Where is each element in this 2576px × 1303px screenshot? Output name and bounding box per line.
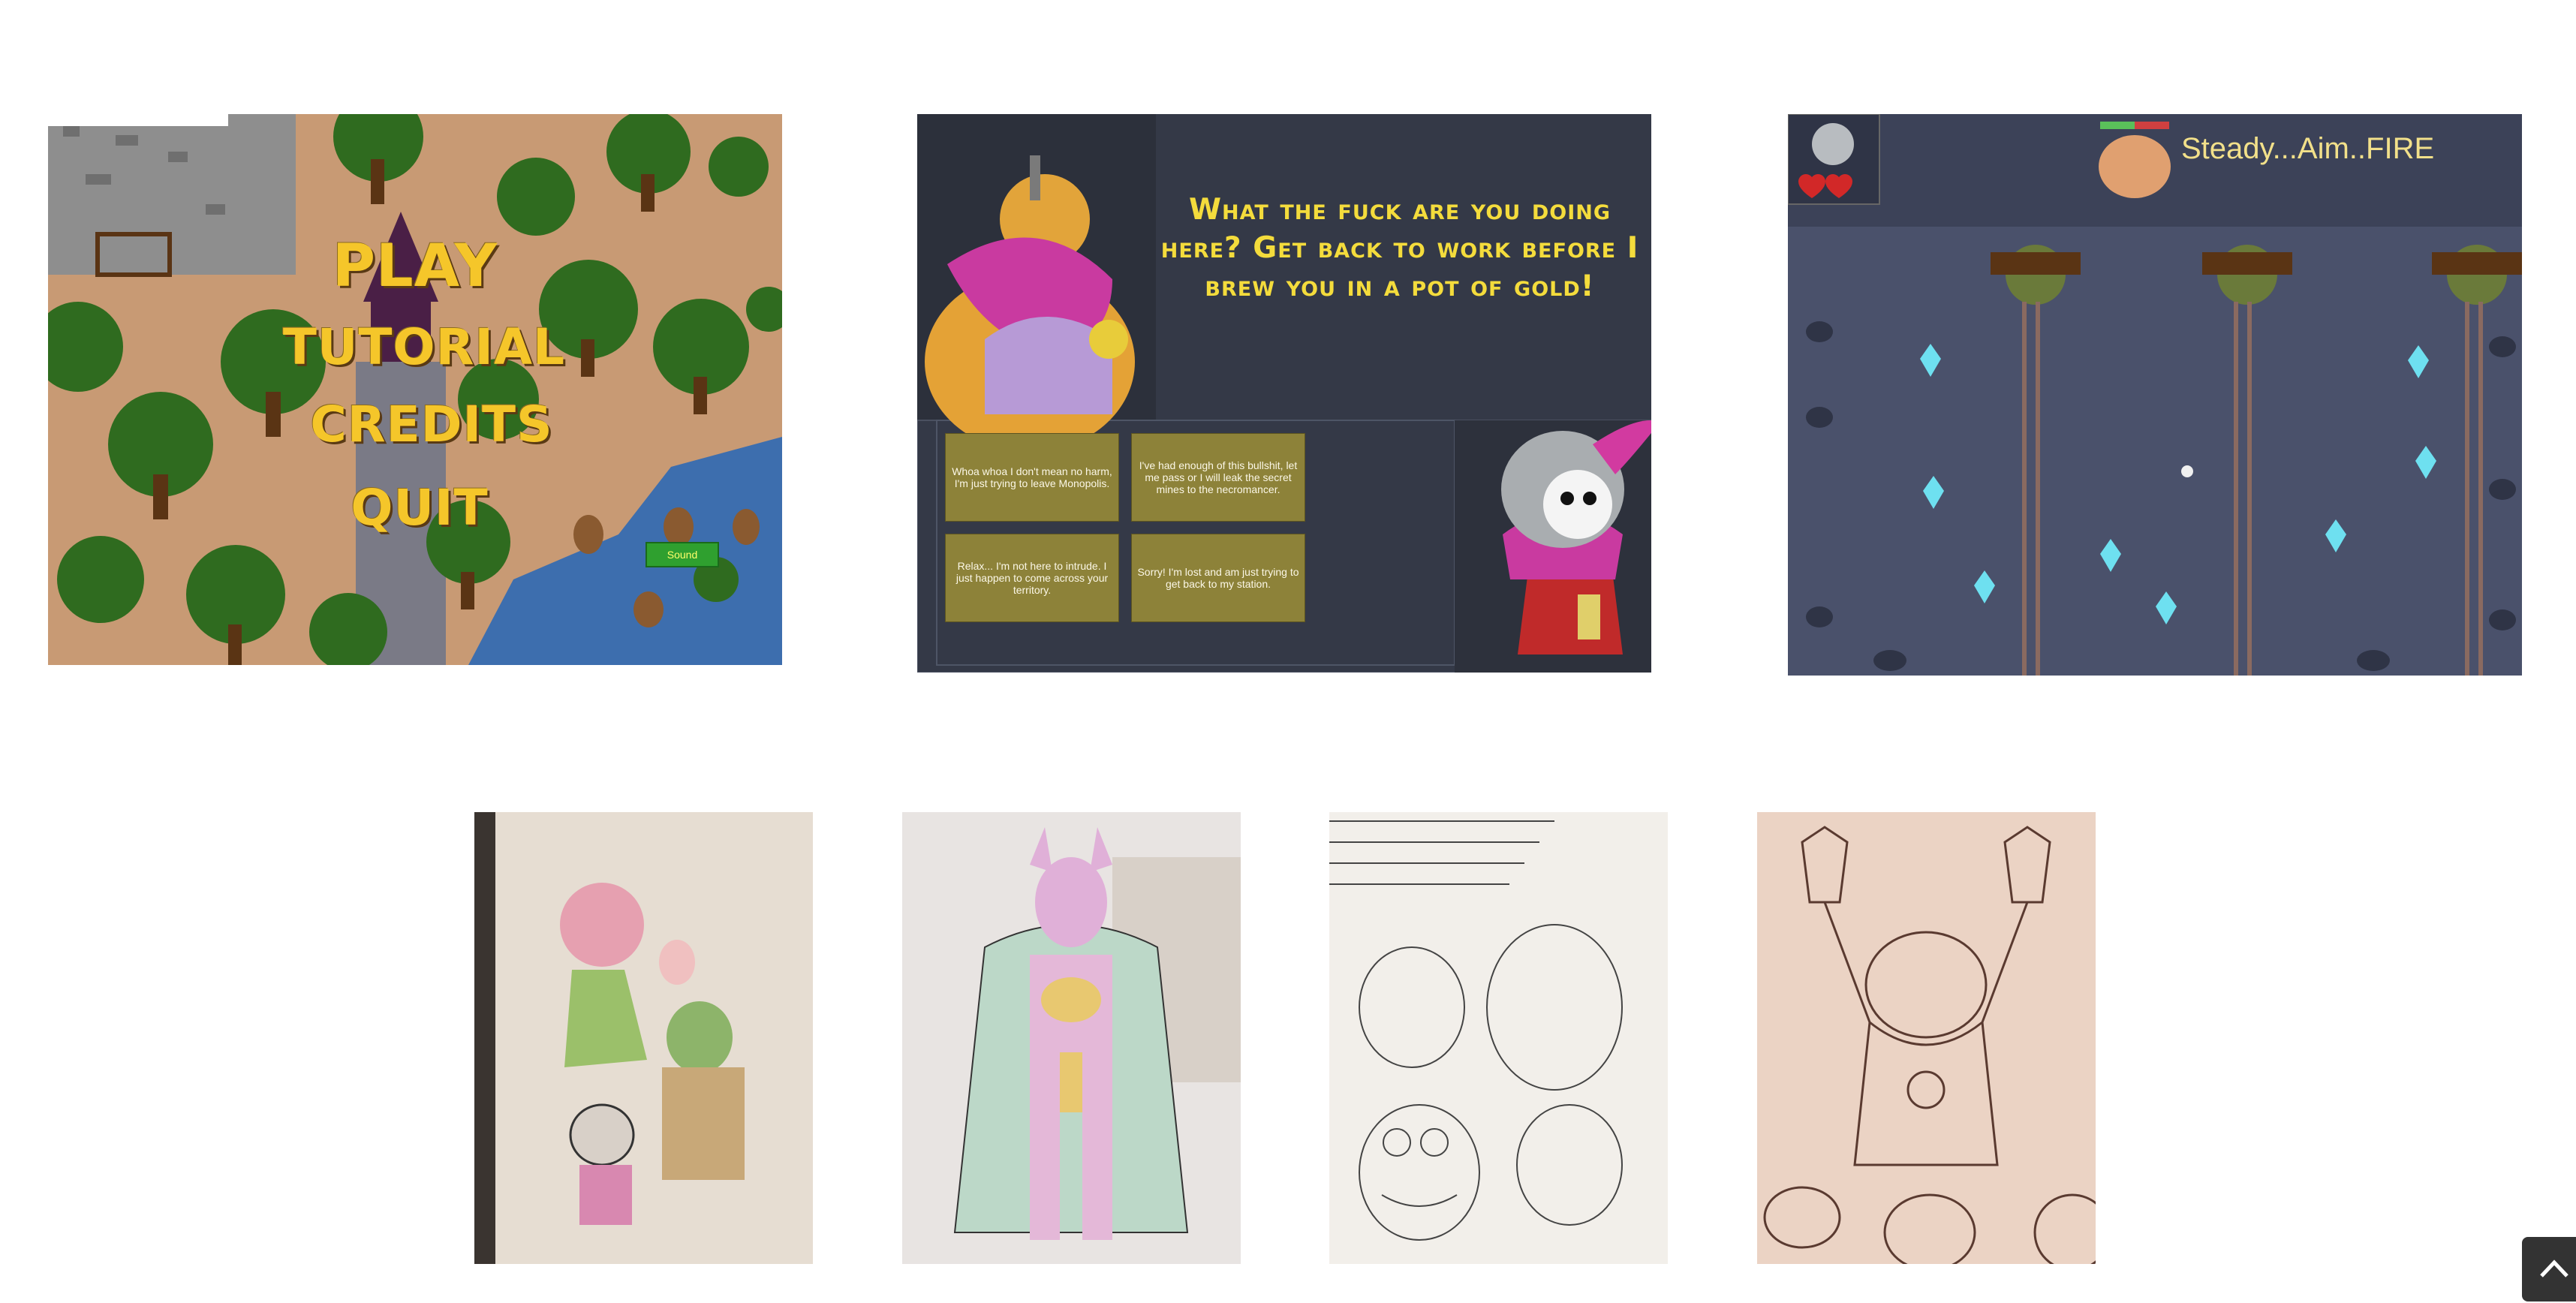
npc-dialogue-text: What the fuck are you doing here? Get ba…: [1160, 193, 1639, 303]
boss-banner-text: Steady...Aim..FIRE: [2181, 132, 2435, 165]
knight-hud-icon: [1812, 123, 1854, 165]
dialogue-choice-3[interactable]: Relax... I'm not here to intrude. I just…: [945, 534, 1119, 622]
credits-menu-item[interactable]: CREDITS: [65, 396, 782, 453]
sketch-horned-villain-image[interactable]: [902, 812, 1241, 1264]
mine-background: [1788, 114, 2522, 676]
chevron-up-icon: [2540, 1259, 2568, 1277]
sound-button[interactable]: Sound: [646, 542, 719, 567]
main-menu-screenshot[interactable]: PLAY TUTORIAL CREDITS QUIT Sound: [48, 114, 782, 665]
tutorial-menu-item[interactable]: TUTORIAL: [57, 318, 782, 376]
sketch-party-image[interactable]: [474, 812, 813, 1264]
player-sprite: [2181, 465, 2193, 477]
dialogue-choice-4[interactable]: Sorry! I'm lost and am just trying to ge…: [1131, 534, 1305, 622]
scroll-to-top-button[interactable]: [2522, 1237, 2576, 1301]
dialogue-choice-1[interactable]: Whoa whoa I don't mean no harm, I'm just…: [945, 433, 1119, 522]
sketch-troll-image[interactable]: [1757, 812, 2096, 1264]
dialogue-screenshot[interactable]: What the fuck are you doing here? Get ba…: [917, 114, 1651, 673]
mine-level-screenshot[interactable]: Steady...Aim..FIRE: [1788, 114, 2522, 676]
dialogue-choice-2[interactable]: I've had enough of this bullshit, let me…: [1131, 433, 1305, 522]
play-menu-item[interactable]: PLAY: [48, 233, 782, 300]
main-menu-background: [48, 114, 782, 665]
quit-menu-item[interactable]: QUIT: [53, 479, 782, 537]
boss-sprite: [2099, 135, 2171, 198]
sketch-character-notes-image[interactable]: [1329, 812, 1668, 1264]
